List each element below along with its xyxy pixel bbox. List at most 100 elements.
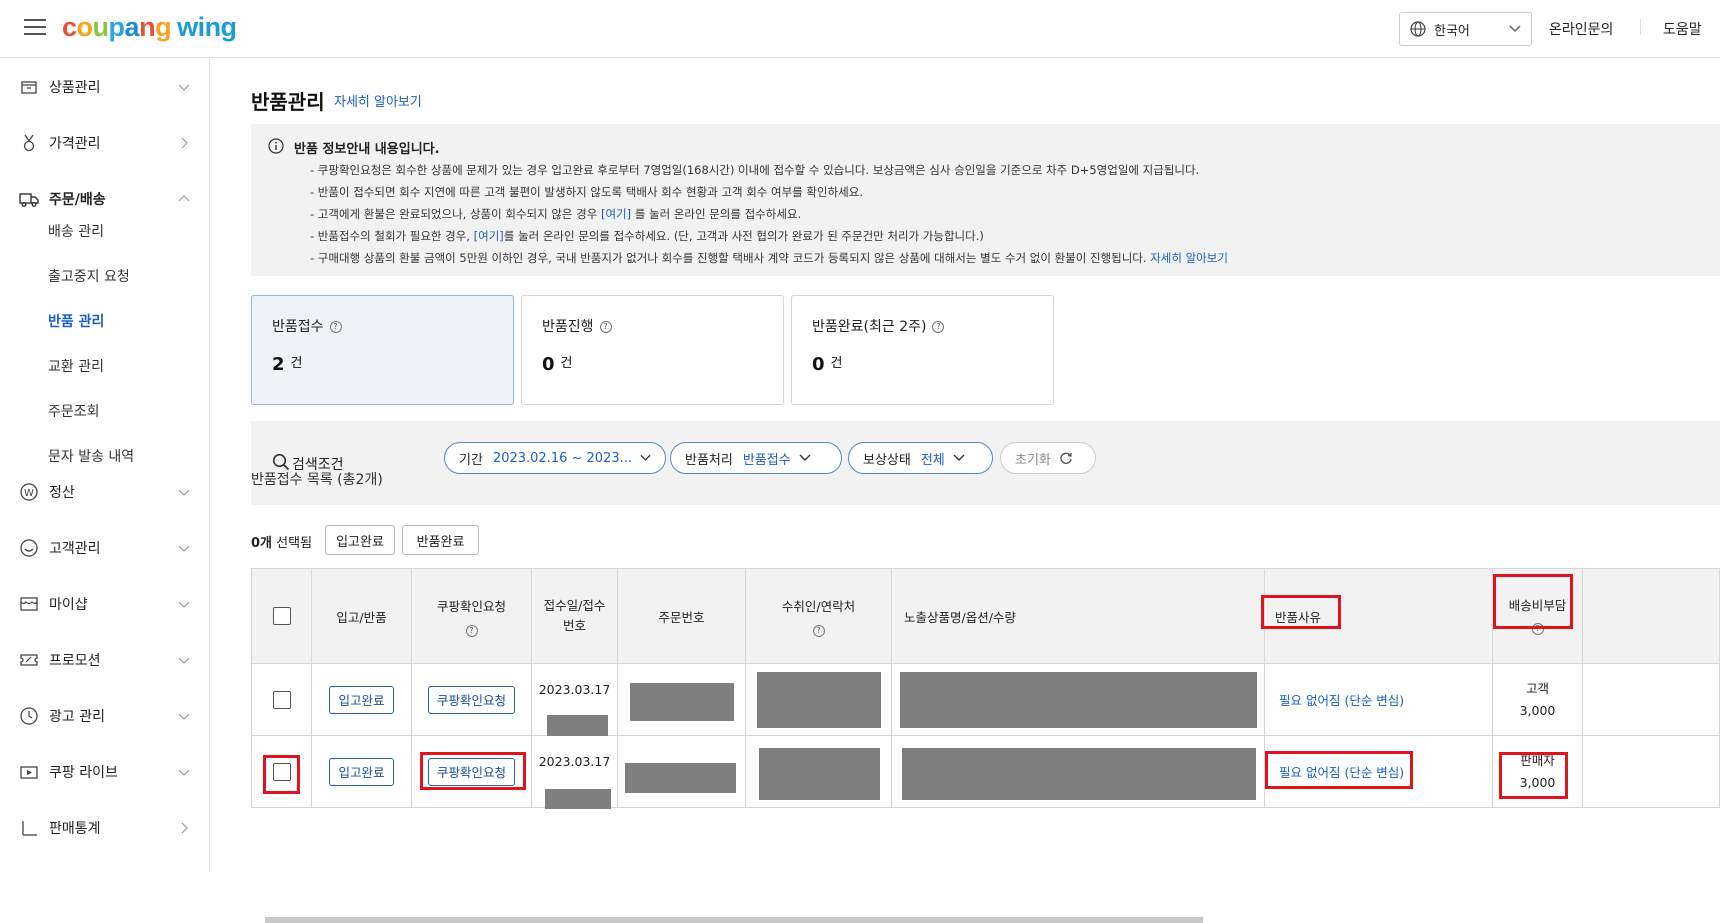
- receive-complete-bulk-button[interactable]: 입고완료: [325, 525, 395, 555]
- language-label: 한국어: [1434, 23, 1470, 39]
- list-title: 반품접수 목록 (총2개): [251, 472, 383, 488]
- box-icon: [21, 81, 37, 94]
- table-row: [251, 735, 312, 808]
- redacted-receipt-number: [547, 715, 608, 736]
- stat-unit: 건: [830, 356, 843, 371]
- sidebar-subitem-sms-history[interactable]: 문자 발송 내역: [48, 446, 134, 466]
- chevron-right-icon: [181, 137, 188, 149]
- redacted-order-number: [630, 683, 734, 721]
- sidebar-item-customers[interactable]: 고객관리: [0, 528, 209, 568]
- stat-card-return-completed[interactable]: 반품완료(최근 2주)? 0건: [791, 295, 1054, 405]
- ticket-icon: [20, 654, 38, 666]
- chevron-down-icon: [178, 713, 190, 720]
- sidebar-subitem-delivery[interactable]: 배송 관리: [48, 221, 104, 241]
- sidebar-item-settlement[interactable]: W 정산: [0, 472, 209, 512]
- horizontal-scrollbar[interactable]: [265, 917, 1203, 923]
- reset-button[interactable]: 초기화: [1000, 442, 1096, 474]
- sidebar-item-ads[interactable]: 광고 관리: [0, 696, 209, 736]
- receive-complete-button[interactable]: 입고완료: [329, 685, 394, 714]
- top-divider: [1640, 19, 1641, 35]
- learn-more-link[interactable]: 자세히 알아보기: [1150, 251, 1228, 265]
- question-icon: ?: [465, 624, 478, 637]
- help-link[interactable]: 도움말: [1663, 19, 1702, 39]
- question-icon: ?: [599, 321, 612, 333]
- chevron-down-icon: [178, 545, 190, 552]
- hamburger-menu-icon[interactable]: [24, 19, 46, 37]
- compensation-status-filter[interactable]: 보상상태 전체: [848, 442, 993, 474]
- sidebar-item-myshop[interactable]: 마이샵: [0, 584, 209, 624]
- sidebar-item-pricing[interactable]: 가격관리: [0, 123, 209, 163]
- table-cell: [1582, 735, 1720, 808]
- top-bar: coupang wing 한국어 온라인문의 도움말: [0, 0, 1720, 58]
- chevron-down-icon: [1509, 25, 1521, 33]
- here-link[interactable]: [여기]: [601, 207, 631, 221]
- table-cell: 입고완료: [311, 663, 412, 736]
- return-complete-bulk-button[interactable]: 반품완료: [402, 525, 479, 555]
- question-icon: ?: [329, 321, 342, 333]
- sidebar-item-promotion[interactable]: 프로모션: [0, 640, 209, 680]
- table-cell: 판매자 3,000: [1492, 735, 1583, 808]
- return-process-filter[interactable]: 반품처리 반품접수: [670, 442, 842, 474]
- fee-payer: 고객: [1525, 680, 1549, 696]
- online-inquiry-link[interactable]: 온라인문의: [1549, 19, 1613, 39]
- sidebar-item-sales-stats[interactable]: 판매통계: [0, 808, 209, 848]
- redacted-recipient: [757, 672, 881, 728]
- coupang-check-request-button[interactable]: 쿠팡확인요청: [427, 685, 515, 714]
- redacted-receipt-number: [545, 789, 611, 809]
- chevron-up-icon: [178, 195, 190, 202]
- language-select[interactable]: 한국어: [1399, 12, 1532, 46]
- stat-unit: 건: [290, 356, 303, 371]
- table-cell: 쿠팡확인요청: [411, 663, 532, 736]
- fee-payer: 판매자: [1520, 752, 1555, 768]
- sidebar-item-products[interactable]: 상품관리: [0, 67, 209, 107]
- refresh-icon: [1060, 452, 1072, 464]
- question-icon: ?: [932, 321, 945, 333]
- select-all-checkbox[interactable]: [272, 607, 291, 625]
- sidebar-subitem-order-lookup[interactable]: 주문조회: [48, 401, 100, 421]
- period-filter[interactable]: 기간 2023.02.16 ~ 2023...: [444, 442, 666, 474]
- sidebar-subitem-exchanges[interactable]: 교환 관리: [48, 356, 104, 376]
- notice-line: - 쿠팡확인요청은 회수한 상품에 문제가 있는 경우 입고완료 후로부터 7영…: [310, 163, 1200, 177]
- receive-complete-button[interactable]: 입고완료: [329, 757, 394, 786]
- stat-card-return-received[interactable]: 반품접수? 2건: [251, 295, 514, 405]
- stat-value: 2: [272, 354, 285, 375]
- stat-value: 0: [542, 354, 555, 375]
- sidebar-subitem-returns[interactable]: 반품 관리: [48, 311, 104, 331]
- stat-card-return-in-progress[interactable]: 반품진행? 0건: [521, 295, 784, 405]
- learn-more-link[interactable]: 자세히 알아보기: [334, 91, 422, 110]
- coupang-wing-logo[interactable]: coupang wing: [62, 12, 237, 43]
- chevron-down-icon: [953, 454, 965, 461]
- info-icon: [268, 138, 284, 154]
- chevron-down-icon: [178, 84, 190, 91]
- header-cell: 입고/반품: [311, 568, 412, 664]
- row-checkbox[interactable]: [272, 762, 291, 781]
- globe-icon: [1410, 21, 1426, 37]
- chevron-right-icon: [181, 822, 188, 834]
- table-cell: 입고완료: [311, 735, 412, 808]
- return-reason-link[interactable]: 필요 없어짐 (단순 변심): [1279, 762, 1404, 781]
- return-reason-link[interactable]: 필요 없어짐 (단순 변심): [1279, 690, 1404, 709]
- here-link[interactable]: [여기]: [474, 229, 504, 243]
- header-cell: 반품사유: [1264, 568, 1493, 664]
- coupang-check-request-button[interactable]: 쿠팡확인요청: [427, 757, 515, 786]
- sidebar-subitem-stop-shipment[interactable]: 출고중지 요청: [48, 266, 130, 286]
- question-icon: ?: [1531, 623, 1544, 635]
- sidebar-item-orders-shipping[interactable]: 주문/배송: [0, 179, 209, 219]
- fee-amount: 3,000: [1519, 702, 1556, 718]
- sidebar-item-coupang-live[interactable]: 쿠팡 라이브: [0, 752, 209, 792]
- header-select-all: [251, 568, 312, 664]
- received-date: 2023.03.17: [538, 682, 611, 697]
- shop-icon: [20, 597, 38, 611]
- tv-icon: [20, 766, 38, 779]
- notice-line: - 반품접수의 철회가 필요한 경우, [여기]를 눌러 온라인 문의를 접수하…: [310, 229, 984, 243]
- header-cell: 배송비부담?: [1492, 568, 1583, 664]
- header-cell: 접수일/접수번호: [531, 568, 618, 664]
- stat-value: 0: [812, 354, 825, 375]
- row-checkbox[interactable]: [272, 690, 291, 709]
- notice-line: - 고객에게 환불은 완료되었으나, 상품이 회수되지 않은 경우 [여기] 를…: [310, 207, 802, 221]
- question-icon: ?: [812, 624, 825, 637]
- table-cell: 필요 없어짐 (단순 변심): [1264, 663, 1493, 736]
- chart-icon: [22, 821, 37, 836]
- selected-count: 0개 선택됨: [251, 536, 313, 551]
- header-cell: 주문번호: [617, 568, 746, 664]
